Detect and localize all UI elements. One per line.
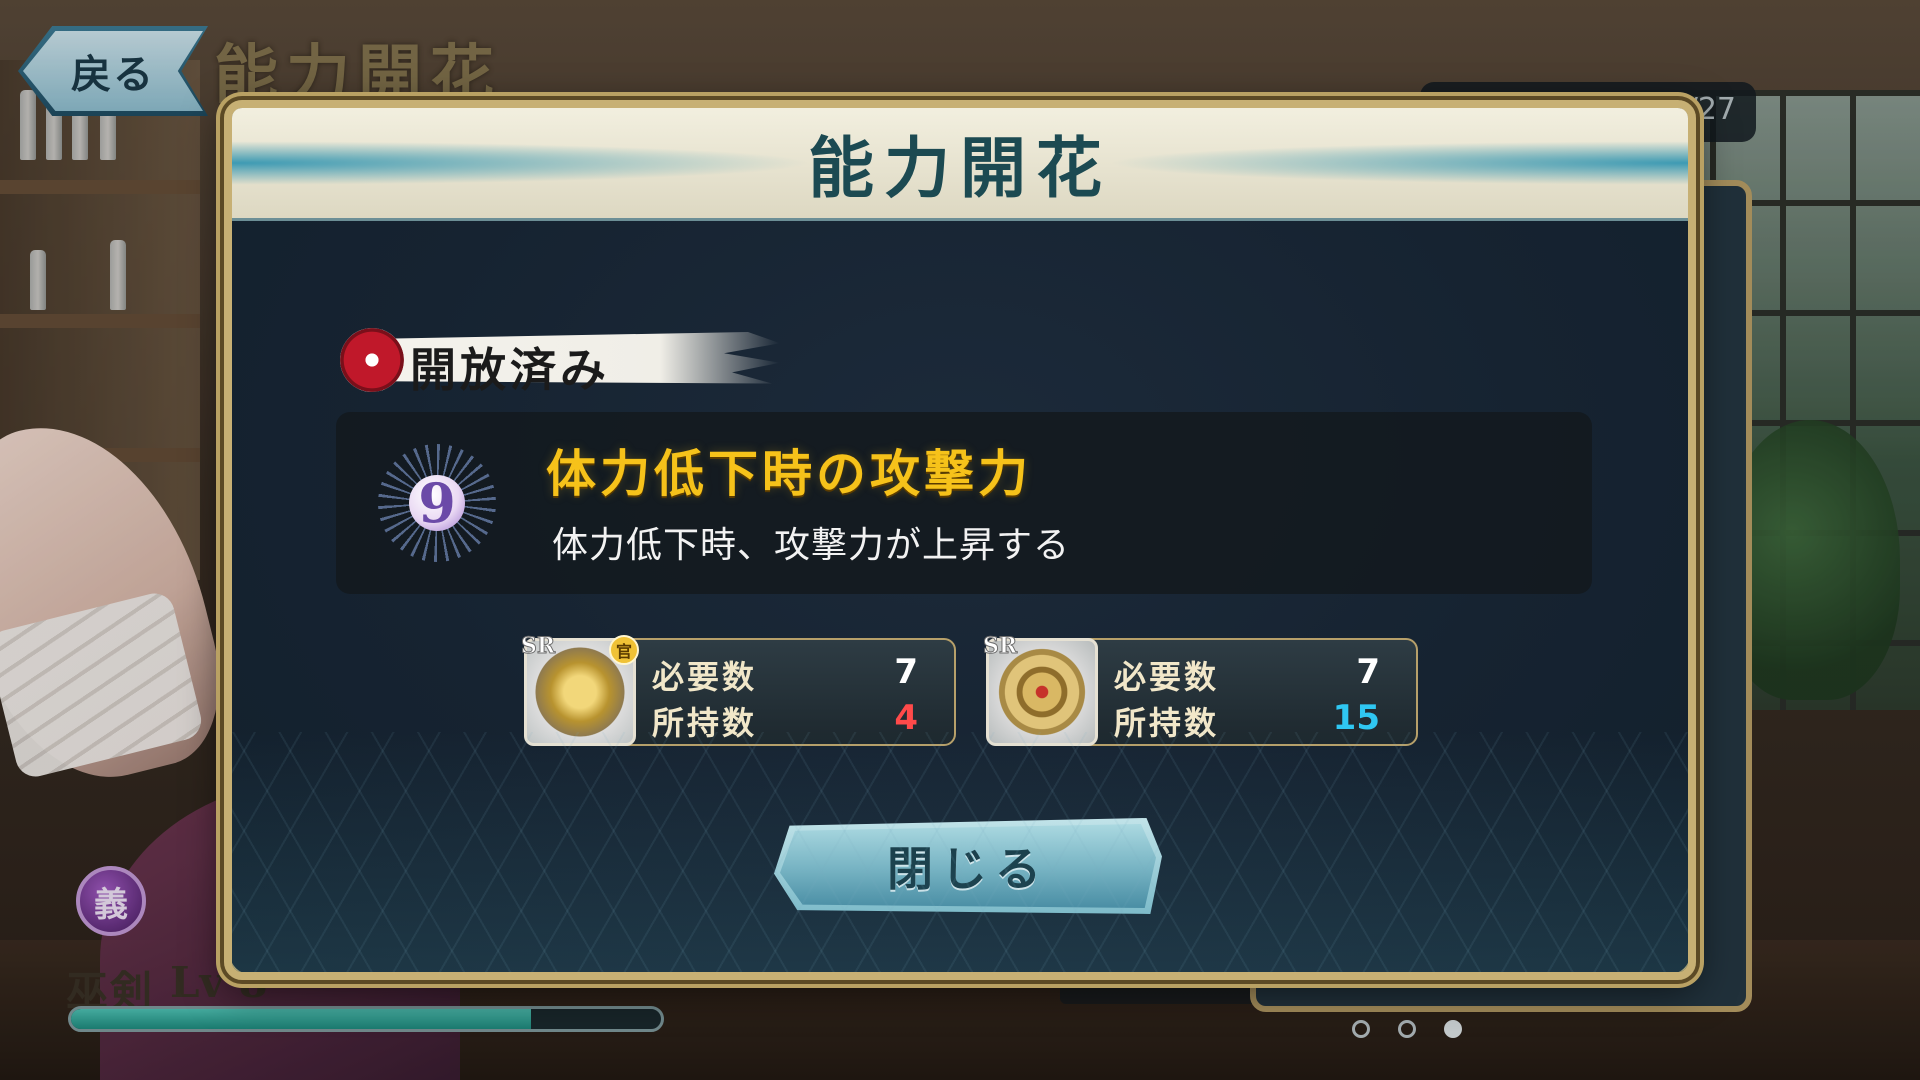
owned-count: 15: [1332, 698, 1380, 738]
corner-ornament: [1620, 904, 1688, 972]
skill-card: 9 体力低下時の攻撃力 体力低下時、攻撃力が上昇する: [336, 412, 1592, 594]
swirl-burst-icon: 9: [378, 444, 496, 562]
golden-qilin-item-icon[interactable]: SR 官: [520, 633, 639, 746]
required-count: 7: [894, 652, 918, 692]
skill-name: 体力低下時の攻撃力: [546, 444, 1032, 503]
skill-description: 体力低下時、攻撃力が上昇する: [552, 525, 1071, 566]
golden-medallion-item-icon[interactable]: SR: [982, 633, 1098, 746]
required-label: 必要数: [652, 658, 758, 696]
owned-count: 4: [894, 698, 918, 738]
required-count: 7: [1356, 652, 1380, 692]
owned-label: 所持数: [652, 704, 758, 742]
rarity-badge: SR: [520, 633, 556, 660]
material-card: SR 必要数 7 所持数 15: [982, 633, 1418, 746]
rank-badge: 官: [609, 635, 639, 665]
flower-crest-icon: [340, 328, 404, 392]
dialog-title: 能力開花: [808, 129, 1112, 207]
required-label: 必要数: [1114, 658, 1220, 696]
section-label-text: 開放済み: [410, 343, 610, 397]
ability-bloom-dialog: 能力開花 開放済み 9 体力低下時の攻撃力 体力低下時、攻撃力が上昇する SR …: [224, 100, 1696, 980]
owned-label: 所持数: [1114, 704, 1220, 742]
material-card: SR 官 必要数 7 所持数 4: [520, 633, 956, 746]
dialog-header: 能力開花: [232, 108, 1688, 221]
skill-icon-glyph: 9: [409, 471, 465, 535]
close-button[interactable]: 閉じる: [774, 818, 1162, 914]
rarity-badge: SR: [982, 633, 1018, 660]
section-label: 開放済み: [340, 326, 780, 397]
corner-ornament: [232, 904, 300, 972]
close-button-label: 閉じる: [887, 842, 1049, 896]
